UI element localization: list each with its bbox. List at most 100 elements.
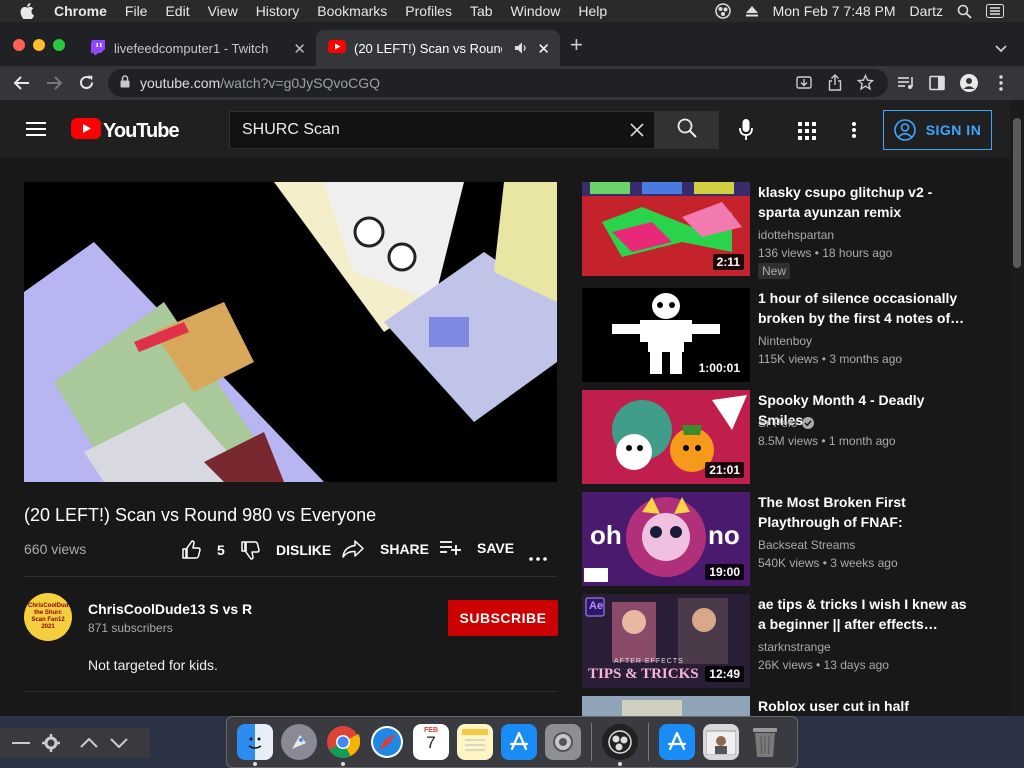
menu-view[interactable]: View <box>208 3 238 19</box>
dock-notes-icon[interactable] <box>457 724 493 760</box>
menu-clock[interactable]: Mon Feb 7 7:48 PM <box>773 3 896 19</box>
channel-name[interactable]: Backseat Streams <box>758 538 855 552</box>
menu-app-name[interactable]: Chrome <box>54 3 107 19</box>
chrome-menu-icon[interactable] <box>999 75 1003 96</box>
forward-arrow-icon[interactable] <box>45 75 63 96</box>
video-thumbnail[interactable]: oh no 19:00 <box>582 492 750 586</box>
subscribe-button[interactable]: SUBSCRIBE <box>448 600 558 636</box>
video-thumbnail[interactable]: 21:01 <box>582 390 750 484</box>
menu-edit[interactable]: Edit <box>165 3 189 19</box>
dock-launchpad-icon[interactable] <box>281 724 317 760</box>
apps-grid-icon[interactable] <box>798 122 816 145</box>
tab-youtube[interactable]: (20 LEFT!) Scan vs Round ✕ <box>316 30 560 66</box>
control-center-icon[interactable] <box>986 4 1004 18</box>
share-page-icon[interactable] <box>828 74 842 94</box>
menu-file[interactable]: File <box>125 3 148 19</box>
share-button[interactable]: SHARE <box>342 540 429 558</box>
obs-status-icon[interactable] <box>714 3 731 19</box>
recommended-video[interactable]: 2:11 klasky csupo glitchup v2 - sparta a… <box>582 182 1002 279</box>
channel-name[interactable]: ChrisCoolDude13 S vs R <box>88 601 252 617</box>
chevron-down-icon[interactable] <box>110 738 128 748</box>
settings-dots-icon[interactable] <box>852 122 856 143</box>
dock-app-store-icon[interactable] <box>501 724 537 760</box>
video-player[interactable] <box>24 182 557 482</box>
new-tab-button[interactable]: + <box>570 34 583 56</box>
recommended-video[interactable]: Roblox user cut in half <box>582 696 1002 716</box>
lock-icon[interactable] <box>120 75 130 91</box>
bookmark-star-icon[interactable] <box>856 73 875 94</box>
voice-search-icon[interactable] <box>739 119 753 146</box>
minus-icon[interactable] <box>12 741 30 745</box>
dock-safari-icon[interactable] <box>369 724 405 760</box>
menu-history[interactable]: History <box>256 3 300 19</box>
dock-photo-folder-icon[interactable] <box>703 724 739 760</box>
video-thumbnail[interactable] <box>582 696 750 716</box>
apple-menu-icon[interactable] <box>20 3 36 19</box>
sign-in-button[interactable]: SIGN IN <box>883 110 992 150</box>
dock-chrome-icon[interactable] <box>325 724 361 766</box>
reload-icon[interactable] <box>78 74 95 96</box>
video-title[interactable]: 1 hour of silence occasionally broken by… <box>758 288 973 328</box>
scrollbar-thumb[interactable] <box>1013 118 1021 268</box>
menu-user[interactable]: Dartz <box>910 3 943 19</box>
tab-close-icon[interactable]: ✕ <box>537 40 550 58</box>
tab-close-icon[interactable]: ✕ <box>293 40 306 58</box>
clear-search-icon[interactable] <box>630 123 644 142</box>
video-title[interactable]: The Most Broken First Playthrough of FNA… <box>758 492 973 532</box>
side-panel-icon[interactable] <box>929 75 945 96</box>
recommended-video[interactable]: Ae AFTER EFFECTS TIPS & TRICKS 12:49 ae … <box>582 594 1002 688</box>
video-title[interactable]: ae tips & tricks I wish I knew as a begi… <box>758 594 973 634</box>
channel-name[interactable]: Sr Pelo <box>758 416 815 430</box>
channel-avatar[interactable]: ChrisCoolDude the Shurc Scan Fan12 2021 <box>24 593 72 641</box>
hamburger-menu-icon[interactable] <box>26 121 46 142</box>
channel-name[interactable]: Nintenboy <box>758 334 812 348</box>
save-button[interactable]: SAVE <box>439 540 514 556</box>
gear-icon[interactable] <box>42 734 60 752</box>
dock-obs-icon[interactable] <box>602 724 638 766</box>
menu-help[interactable]: Help <box>578 3 607 19</box>
dock-downloads-icon[interactable] <box>659 724 695 760</box>
dislike-button[interactable]: DISLIKE <box>240 540 331 560</box>
video-title[interactable]: klasky csupo glitchup v2 - sparta ayunza… <box>758 182 973 222</box>
menu-bookmarks[interactable]: Bookmarks <box>317 3 387 19</box>
back-arrow-icon[interactable] <box>13 75 31 96</box>
more-actions-icon[interactable] <box>529 548 547 566</box>
media-playlist-icon[interactable] <box>897 75 915 96</box>
eject-icon[interactable] <box>745 5 759 17</box>
like-button[interactable]: 5 <box>181 540 225 560</box>
menu-tab[interactable]: Tab <box>470 3 493 19</box>
menu-window[interactable]: Window <box>511 3 561 19</box>
channel-name[interactable]: starknstrange <box>758 640 831 654</box>
recommended-video[interactable]: 1:00:01 1 hour of silence occasionally b… <box>582 288 1002 382</box>
video-title[interactable]: Roblox user cut in half <box>758 696 973 716</box>
channel-name[interactable]: idottehspartan <box>758 228 834 242</box>
dock-calendar-icon[interactable]: FEB 7 <box>413 724 449 760</box>
search-button[interactable] <box>655 111 719 149</box>
install-app-icon[interactable] <box>796 75 812 94</box>
video-thumbnail[interactable]: 2:11 <box>582 182 750 276</box>
speaker-icon[interactable] <box>514 41 528 58</box>
tab-twitch[interactable]: livefeedcomputer1 - Twitch ✕ <box>78 30 316 66</box>
youtube-logo[interactable]: YouTube <box>71 118 180 144</box>
like-count: 5 <box>217 542 225 558</box>
calendar-day: 7 <box>426 733 436 752</box>
window-zoom-button[interactable] <box>53 39 65 51</box>
tab-search-chevron-icon[interactable] <box>995 40 1007 58</box>
page-scrollbar[interactable] <box>1010 100 1024 716</box>
video-thumbnail[interactable]: 1:00:01 <box>582 288 750 382</box>
address-bar[interactable]: youtube.com/watch?v=g0JySQvoCGQ <box>108 69 888 97</box>
recommended-video[interactable]: oh no 19:00 The Most Broken First Playth… <box>582 492 1002 586</box>
search-input[interactable]: SHURC Scan <box>229 111 655 149</box>
dock-system-preferences-icon[interactable] <box>545 724 581 760</box>
dock-trash-icon[interactable] <box>747 724 783 760</box>
dock-finder-icon[interactable] <box>237 724 273 766</box>
video-thumbnail[interactable]: Ae AFTER EFFECTS TIPS & TRICKS 12:49 <box>582 594 750 688</box>
recommended-video[interactable]: 21:01 Spooky Month 4 - Deadly Smiles Sr … <box>582 390 1002 484</box>
profile-avatar-icon[interactable] <box>960 74 978 97</box>
window-minimize-button[interactable] <box>33 39 45 51</box>
chevron-up-icon[interactable] <box>80 738 98 748</box>
spotlight-search-icon[interactable] <box>957 4 972 19</box>
menu-profiles[interactable]: Profiles <box>405 3 452 19</box>
window-close-button[interactable] <box>13 39 25 51</box>
avatar-text: ChrisCoolDude the Shurc Scan Fan12 2021 <box>28 603 72 630</box>
